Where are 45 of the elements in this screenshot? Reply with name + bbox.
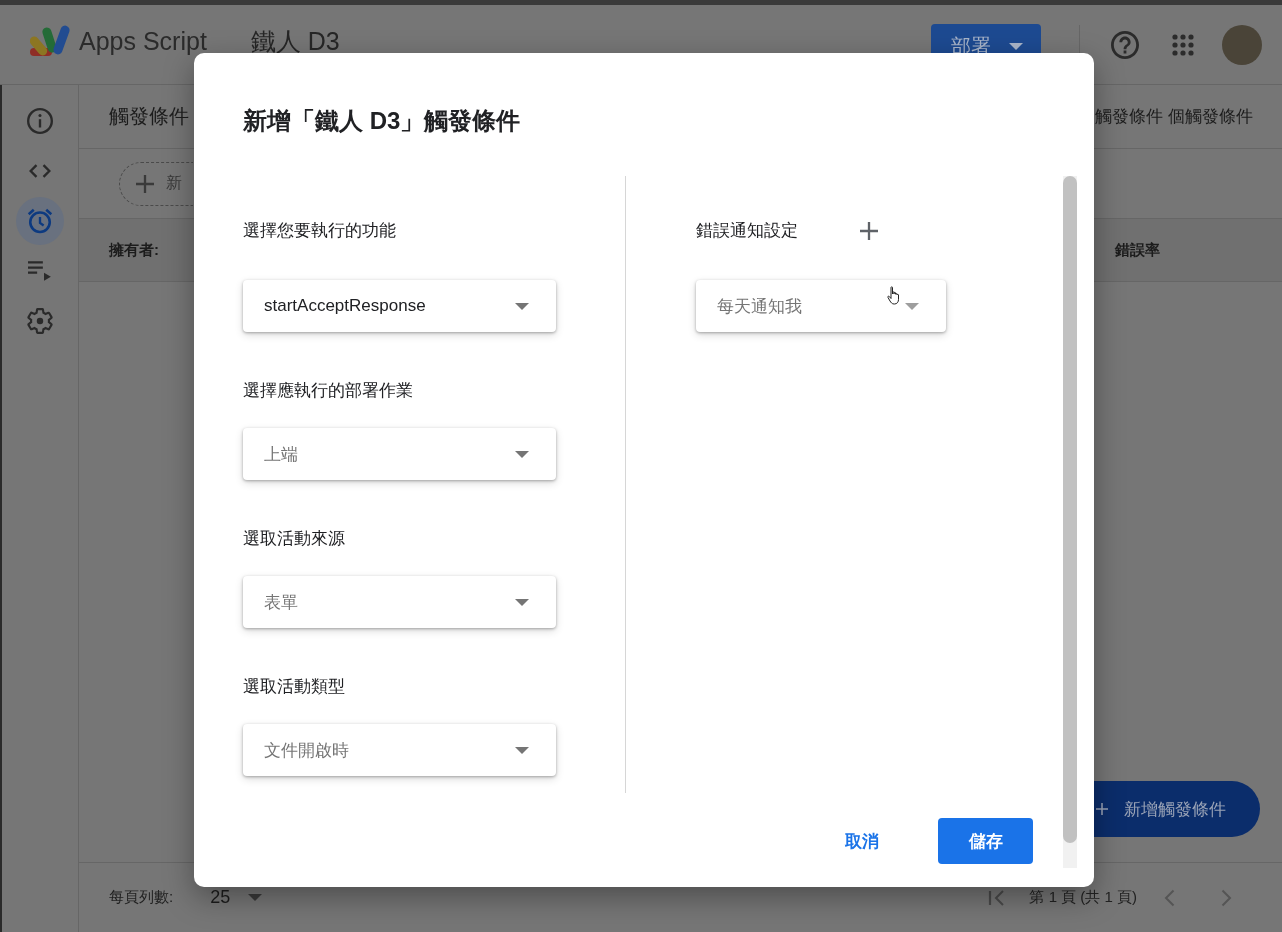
plus-icon	[1096, 803, 1108, 815]
info-icon	[27, 108, 53, 134]
logo-icon	[30, 24, 72, 58]
page-title: 觸發條件	[109, 104, 189, 129]
caret-icon	[1009, 43, 1023, 50]
save-button[interactable]: 儲存	[938, 818, 1033, 864]
help-icon[interactable]	[1111, 31, 1139, 59]
list-play-icon	[28, 261, 52, 281]
field-label: 選擇您要執行的功能	[243, 220, 397, 242]
field-label: 選擇應執行的部署作業	[243, 380, 414, 402]
app-name: Apps Script	[79, 26, 207, 56]
field-label: 選取活動類型	[243, 676, 346, 698]
rows-per-page-label: 每頁列數:	[109, 888, 174, 907]
rows-per-page-select[interactable]: 25	[210, 887, 263, 908]
page-info: 第 1 頁 (共 1 頁)	[1029, 888, 1137, 907]
field-label: 選取活動來源	[243, 528, 346, 550]
field-label: 錯誤通知設定	[696, 220, 798, 242]
dropdown[interactable]: 上端	[243, 428, 556, 480]
caret-icon	[515, 746, 529, 754]
caret-icon	[248, 894, 263, 901]
cancel-button[interactable]: 取消	[829, 818, 895, 864]
avatar[interactable]	[1222, 25, 1262, 65]
dialog-title: 新增「鐵人 D3」觸發條件	[243, 106, 522, 136]
apps-grid-icon[interactable]	[1172, 34, 1194, 56]
caret-icon	[515, 598, 529, 606]
dropdown[interactable]: startAcceptResponse	[243, 280, 556, 332]
sidebar-item[interactable]	[16, 197, 64, 245]
column-header: 擁有者:	[109, 240, 159, 260]
code-icon	[28, 164, 52, 178]
caret-icon	[515, 450, 529, 458]
chevron-left-icon[interactable]	[1164, 888, 1175, 907]
hand-cursor-icon	[887, 286, 902, 305]
caret-icon	[515, 302, 529, 310]
alarm-clock-icon	[27, 208, 53, 234]
dropdown[interactable]: 每天通知我	[696, 280, 946, 332]
trigger-count-text: 觸發條件 個觸發條件	[1095, 106, 1253, 128]
chevron-right-icon[interactable]	[1221, 888, 1232, 907]
dropdown[interactable]: 文件開啟時	[243, 724, 556, 776]
dropdown[interactable]: 表單	[243, 576, 556, 628]
add-trigger-fab[interactable]: 新增觸發條件	[1094, 781, 1260, 837]
plus-icon	[136, 174, 154, 193]
settings-icon	[27, 308, 53, 334]
caret-icon	[905, 302, 919, 310]
column-header: 錯誤率	[1115, 240, 1160, 260]
plus-icon[interactable]	[860, 222, 878, 240]
